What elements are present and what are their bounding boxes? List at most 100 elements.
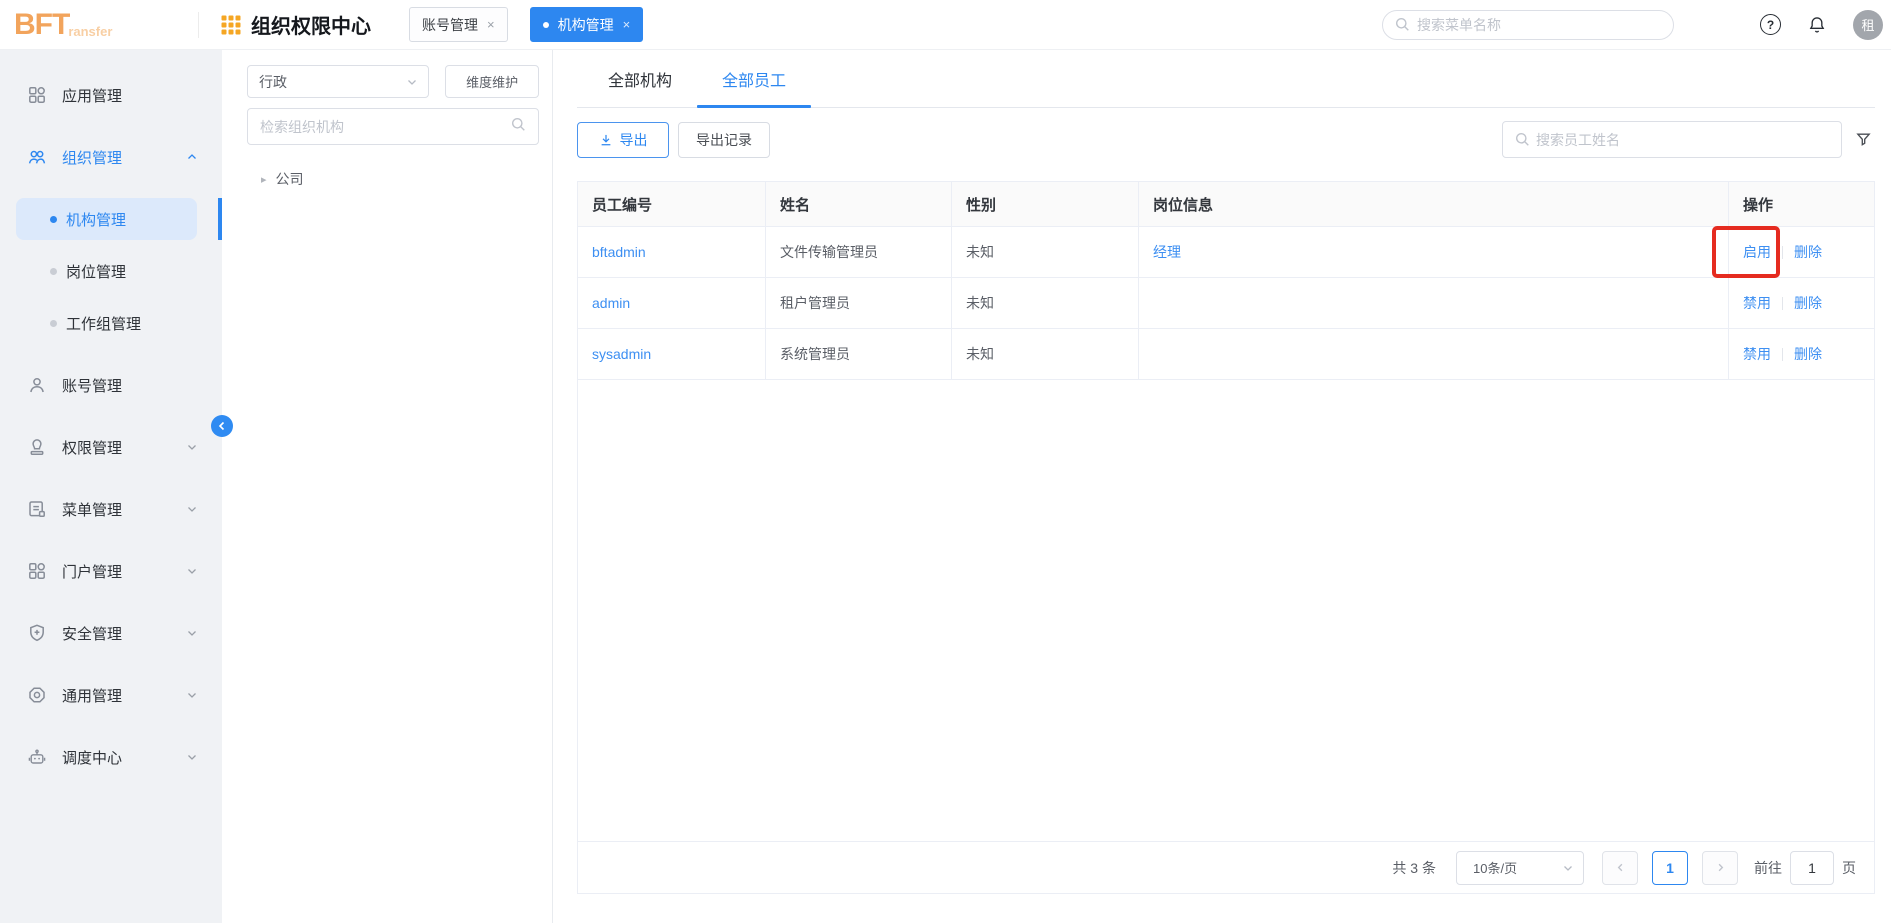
close-icon[interactable]: × xyxy=(487,17,495,32)
filter-icon[interactable] xyxy=(1855,131,1872,148)
caret-right-icon[interactable]: ▸ xyxy=(261,173,267,186)
close-icon[interactable]: × xyxy=(623,17,631,32)
bell-icon[interactable] xyxy=(1807,15,1827,35)
window-tab-label: 机构管理 xyxy=(558,15,614,35)
table-row: bftadmin 文件传输管理员 未知 经理 启用 删除 xyxy=(578,227,1874,278)
help-icon[interactable]: ? xyxy=(1760,14,1781,35)
page-number-button[interactable]: 1 xyxy=(1652,851,1688,885)
page-title: 组织权限中心 xyxy=(251,10,371,39)
action-divider xyxy=(1782,348,1783,361)
robot-icon xyxy=(27,747,47,767)
page-unit-label: 页 xyxy=(1842,858,1856,878)
delete-action-link[interactable]: 删除 xyxy=(1794,293,1822,313)
employee-name: 系统管理员 xyxy=(780,344,850,364)
chevron-down-icon xyxy=(186,441,198,453)
main-content: 全部机构 全部员工 导出 导出记录 员工编号 xyxy=(553,50,1891,923)
sidebar-item-account-management[interactable]: 账号管理 xyxy=(0,354,222,416)
disable-action-link[interactable]: 禁用 xyxy=(1743,344,1771,364)
total-count-label: 共 3 条 xyxy=(1392,858,1436,878)
sidebar-item-app-management[interactable]: 应用管理 xyxy=(0,64,222,126)
post-link[interactable]: 经理 xyxy=(1153,242,1181,262)
app-grid-icon xyxy=(221,15,241,35)
tree-node-company[interactable]: ▸ 公司 xyxy=(247,163,539,195)
chevron-down-icon xyxy=(186,689,198,701)
chevron-down-icon xyxy=(406,76,418,88)
sidebar-item-menu-management[interactable]: 菜单管理 xyxy=(0,478,222,540)
search-icon xyxy=(1515,132,1530,147)
sidebar-item-schedule-center[interactable]: 调度中心 xyxy=(0,726,222,788)
topbar-divider xyxy=(198,12,199,38)
employee-search-box[interactable] xyxy=(1502,121,1842,158)
window-tab-org-management[interactable]: 机构管理 × xyxy=(530,7,644,42)
bullet-dot-icon xyxy=(50,216,57,223)
stamp-icon xyxy=(27,437,47,457)
sidebar-item-org-management[interactable]: 组织管理 xyxy=(0,126,222,188)
window-tab-account-management[interactable]: 账号管理 × xyxy=(409,7,508,42)
delete-action-link[interactable]: 删除 xyxy=(1794,242,1822,262)
sidebar-item-label: 通用管理 xyxy=(62,685,122,706)
tab-all-institutions[interactable]: 全部机构 xyxy=(583,50,697,107)
sidebar-item-label: 门户管理 xyxy=(62,561,122,582)
chevron-down-icon xyxy=(186,627,198,639)
sidebar-item-permission-management[interactable]: 权限管理 xyxy=(0,416,222,478)
export-records-button[interactable]: 导出记录 xyxy=(678,122,770,158)
app-body: 应用管理 组织管理 机构管理 岗位管理 工作组管理 xyxy=(0,50,1891,923)
table-toolbar: 导出 导出记录 xyxy=(577,121,1875,158)
download-icon xyxy=(599,133,613,147)
portal-icon xyxy=(27,561,47,581)
column-header-employee-id: 员工编号 xyxy=(578,182,766,226)
sidebar-subitem-label: 岗位管理 xyxy=(66,261,126,282)
sidebar-item-security-management[interactable]: 安全管理 xyxy=(0,602,222,664)
export-button-label: 导出 xyxy=(620,130,648,150)
disable-action-link[interactable]: 禁用 xyxy=(1743,293,1771,313)
action-divider xyxy=(1782,297,1783,310)
tab-all-employees[interactable]: 全部员工 xyxy=(697,50,811,107)
table-row: sysadmin 系统管理员 未知 禁用 删除 xyxy=(578,329,1874,380)
dimension-maintain-button[interactable]: 维度维护 xyxy=(445,65,539,98)
employee-name: 租户管理员 xyxy=(780,293,850,313)
employee-id-link[interactable]: bftadmin xyxy=(592,244,646,260)
page-size-select[interactable]: 10条/页 xyxy=(1456,851,1584,885)
sidebar-collapse-button[interactable] xyxy=(211,415,233,437)
sidebar-subitem-label: 机构管理 xyxy=(66,209,126,230)
sidebar-subitem-institution-management[interactable]: 机构管理 xyxy=(16,198,197,240)
org-search-input[interactable] xyxy=(260,119,511,135)
sidebar-subitem-post-management[interactable]: 岗位管理 xyxy=(16,250,197,292)
next-page-button[interactable] xyxy=(1702,851,1738,885)
goto-page-input[interactable] xyxy=(1790,851,1834,885)
delete-action-link[interactable]: 删除 xyxy=(1794,344,1822,364)
sidebar-item-portal-management[interactable]: 门户管理 xyxy=(0,540,222,602)
window-tab-label: 账号管理 xyxy=(422,15,478,35)
enable-action-link[interactable]: 启用 xyxy=(1743,242,1771,262)
employee-gender: 未知 xyxy=(966,242,994,262)
tree-node-label: 公司 xyxy=(276,169,304,189)
logo-text-main: BFT xyxy=(14,10,69,40)
employee-table: 员工编号 姓名 性别 岗位信息 操作 bftadmin 文件传输管理员 未知 经… xyxy=(577,181,1875,894)
employee-search-input[interactable] xyxy=(1536,132,1829,148)
employee-id-link[interactable]: sysadmin xyxy=(592,346,651,362)
chevron-down-icon xyxy=(186,503,198,515)
page-size-value: 10条/页 xyxy=(1473,858,1517,877)
avatar[interactable]: 租 xyxy=(1853,10,1883,40)
menu-search-box[interactable] xyxy=(1382,10,1674,40)
logo-text-sub: ransfer xyxy=(68,24,112,39)
employee-gender: 未知 xyxy=(966,344,994,364)
export-button[interactable]: 导出 xyxy=(577,122,669,158)
org-tree-panel: 行政 维度维护 ▸ 公司 xyxy=(222,50,553,923)
sidebar-subitem-workgroup-management[interactable]: 工作组管理 xyxy=(16,302,197,344)
org-search-box[interactable] xyxy=(247,108,539,145)
dimension-select[interactable]: 行政 xyxy=(247,65,429,98)
chevron-down-icon xyxy=(186,565,198,577)
sidebar-item-common-management[interactable]: 通用管理 xyxy=(0,664,222,726)
shield-plus-icon xyxy=(27,623,47,643)
prev-page-button[interactable] xyxy=(1602,851,1638,885)
employee-name: 文件传输管理员 xyxy=(780,242,878,262)
goto-label: 前往 xyxy=(1754,858,1782,878)
column-header-name: 姓名 xyxy=(766,182,952,226)
search-icon xyxy=(511,117,526,137)
organization-icon xyxy=(27,147,47,167)
menu-search-input[interactable] xyxy=(1417,17,1665,33)
sidebar-item-label: 调度中心 xyxy=(62,747,122,768)
employee-id-link[interactable]: admin xyxy=(592,295,630,311)
active-edge-bar xyxy=(218,198,222,240)
